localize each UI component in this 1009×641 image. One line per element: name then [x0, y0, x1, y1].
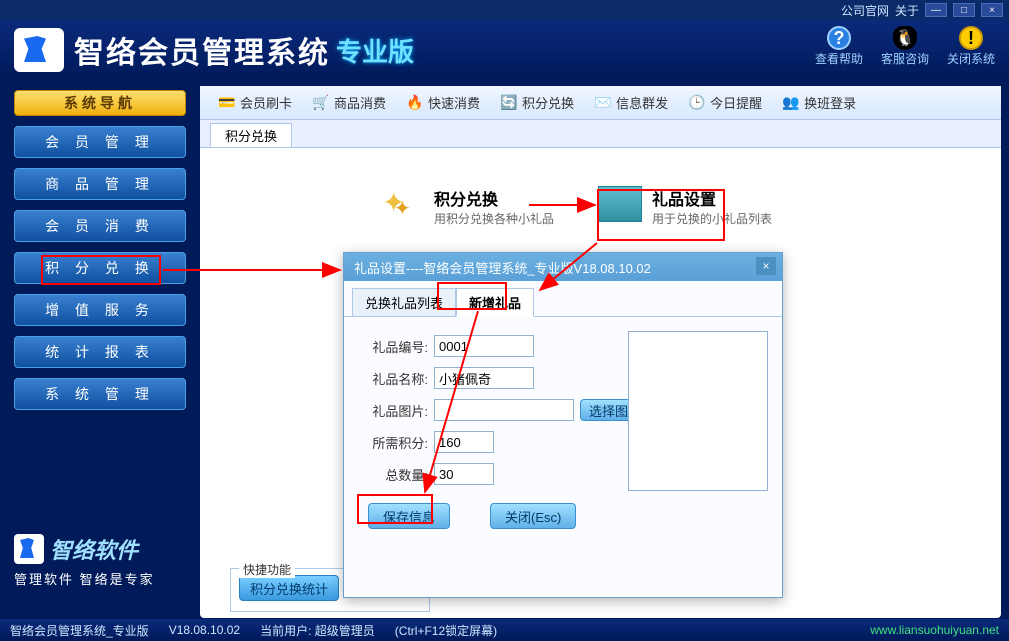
flame-icon: 🔥	[406, 94, 424, 112]
window-titlebar: 公司官网 关于 — □ ×	[0, 0, 1009, 20]
feature-points-exchange[interactable]: 积分兑换 用积分兑换各种小礼品	[380, 186, 554, 227]
brand-name: 智络软件	[50, 533, 138, 565]
label-gift-image: 礼品图片:	[358, 401, 428, 420]
brand-slogan: 管理软件 智络是专家	[14, 569, 186, 588]
nav-member-consume[interactable]: 会 员 消 费	[14, 210, 186, 242]
gear-icon	[380, 186, 424, 222]
consult-label: 客服咨询	[881, 50, 929, 67]
nav-reports[interactable]: 统 计 报 表	[14, 336, 186, 368]
input-gift-code[interactable]	[434, 335, 534, 357]
toolbar: 💳会员刷卡 🛒商品消费 🔥快速消费 🔄积分兑换 ✉️信息群发 🕒今日提醒 👥换班…	[200, 86, 1001, 120]
close-system-button[interactable]: ! 关闭系统	[947, 26, 995, 67]
help-label: 查看帮助	[815, 50, 863, 67]
dialog-tab-gift-list[interactable]: 兑换礼品列表	[352, 288, 456, 317]
gift-settings-dialog: 礼品设置----智络会员管理系统_专业版V18.08.10.02 × 兑换礼品列…	[343, 252, 783, 598]
nav-member-mgmt[interactable]: 会 员 管 理	[14, 126, 186, 158]
mail-icon: ✉️	[594, 94, 612, 112]
tb-product-consume[interactable]: 🛒商品消费	[304, 89, 394, 116]
input-gift-name[interactable]	[434, 367, 534, 389]
input-gift-image[interactable]	[434, 399, 574, 421]
cart-icon: 🛒	[312, 94, 330, 112]
nav-points-exchange[interactable]: 积 分 兑 换	[14, 252, 186, 284]
dialog-close-button[interactable]: ×	[756, 257, 776, 275]
input-points-required[interactable]	[434, 431, 494, 453]
dialog-body: 礼品编号: 礼品名称: 礼品图片: 选择图片 所需积分: 总数量: 保存信息 关…	[344, 317, 782, 597]
status-user: 当前用户: 超级管理员	[260, 622, 375, 639]
feature-exchange-desc: 用积分兑换各种小礼品	[434, 210, 554, 227]
quick-points-stats-button[interactable]: 积分兑换统计	[239, 575, 339, 601]
dialog-close-esc-button[interactable]: 关闭(Esc)	[490, 503, 576, 529]
help-button[interactable]: ? 查看帮助	[815, 26, 863, 67]
input-total-qty[interactable]	[434, 463, 494, 485]
label-points-required: 所需积分:	[358, 433, 428, 452]
nav-header: 系统导航	[14, 90, 186, 116]
sidebar: 系统导航 会 员 管 理 商 品 管 理 会 员 消 费 积 分 兑 换 增 值…	[0, 80, 200, 618]
feature-gift-title: 礼品设置	[652, 186, 772, 210]
nav-system-mgmt[interactable]: 系 统 管 理	[14, 378, 186, 410]
about-link[interactable]: 关于	[895, 2, 919, 19]
tb-member-swipe[interactable]: 💳会员刷卡	[210, 89, 300, 116]
help-icon: ?	[827, 26, 851, 50]
user-switch-icon: 👥	[782, 94, 800, 112]
refresh-icon: 🔄	[500, 94, 518, 112]
clock-icon: 🕒	[688, 94, 706, 112]
tb-mass-message[interactable]: ✉️信息群发	[586, 89, 676, 116]
status-bar: 智络会员管理系统_专业版 V18.08.10.02 当前用户: 超级管理员 (C…	[0, 619, 1009, 641]
company-site-link[interactable]: 公司官网	[841, 2, 889, 19]
status-version: V18.08.10.02	[169, 623, 240, 637]
tb-points-exchange[interactable]: 🔄积分兑换	[492, 89, 582, 116]
card-icon: 💳	[218, 94, 236, 112]
label-gift-name: 礼品名称:	[358, 369, 428, 388]
status-app: 智络会员管理系统_专业版	[10, 622, 149, 639]
label-gift-code: 礼品编号:	[358, 337, 428, 356]
status-hint: (Ctrl+F12锁定屏幕)	[395, 622, 497, 639]
nav-value-added[interactable]: 增 值 服 务	[14, 294, 186, 326]
dialog-tab-add-gift[interactable]: 新增礼品	[456, 288, 534, 317]
tb-quick-consume[interactable]: 🔥快速消费	[398, 89, 488, 116]
app-title: 智络会员管理系统	[74, 28, 330, 72]
brand-logo-icon	[14, 534, 44, 564]
tb-shift-login[interactable]: 👥换班登录	[774, 89, 864, 116]
maximize-button[interactable]: □	[953, 3, 975, 17]
dialog-tabs: 兑换礼品列表 新增礼品	[344, 281, 782, 317]
image-preview-box	[628, 331, 768, 491]
brand-block: 智络软件 管理软件 智络是专家	[14, 523, 186, 608]
qq-icon: 🐧	[893, 26, 917, 50]
warning-icon: !	[959, 26, 983, 50]
app-header: 智络会员管理系统 专业版 ? 查看帮助 🐧 客服咨询 ! 关闭系统	[0, 20, 1009, 80]
dialog-title: 礼品设置----智络会员管理系统_专业版V18.08.10.02 ×	[344, 253, 782, 281]
feature-gift-settings[interactable]: 礼品设置 用于兑换的小礼品列表	[598, 186, 772, 227]
gift-box-icon	[598, 186, 642, 222]
tb-today-remind[interactable]: 🕒今日提醒	[680, 89, 770, 116]
feature-exchange-title: 积分兑换	[434, 186, 554, 210]
close-system-label: 关闭系统	[947, 50, 995, 67]
sub-tab-points-exchange[interactable]: 积分兑换	[210, 123, 292, 147]
app-logo	[14, 28, 64, 72]
quick-functions-title: 快捷功能	[239, 561, 295, 578]
status-url: www.liansuohuiyuan.net	[870, 623, 999, 637]
minimize-button[interactable]: —	[925, 3, 947, 17]
consult-button[interactable]: 🐧 客服咨询	[881, 26, 929, 67]
nav-product-mgmt[interactable]: 商 品 管 理	[14, 168, 186, 200]
window-close-button[interactable]: ×	[981, 3, 1003, 17]
app-edition: 专业版	[336, 32, 414, 69]
label-total-qty: 总数量:	[358, 465, 428, 484]
save-info-button[interactable]: 保存信息	[368, 503, 450, 529]
sub-tabbar: 积分兑换	[200, 120, 1001, 148]
feature-gift-desc: 用于兑换的小礼品列表	[652, 210, 772, 227]
